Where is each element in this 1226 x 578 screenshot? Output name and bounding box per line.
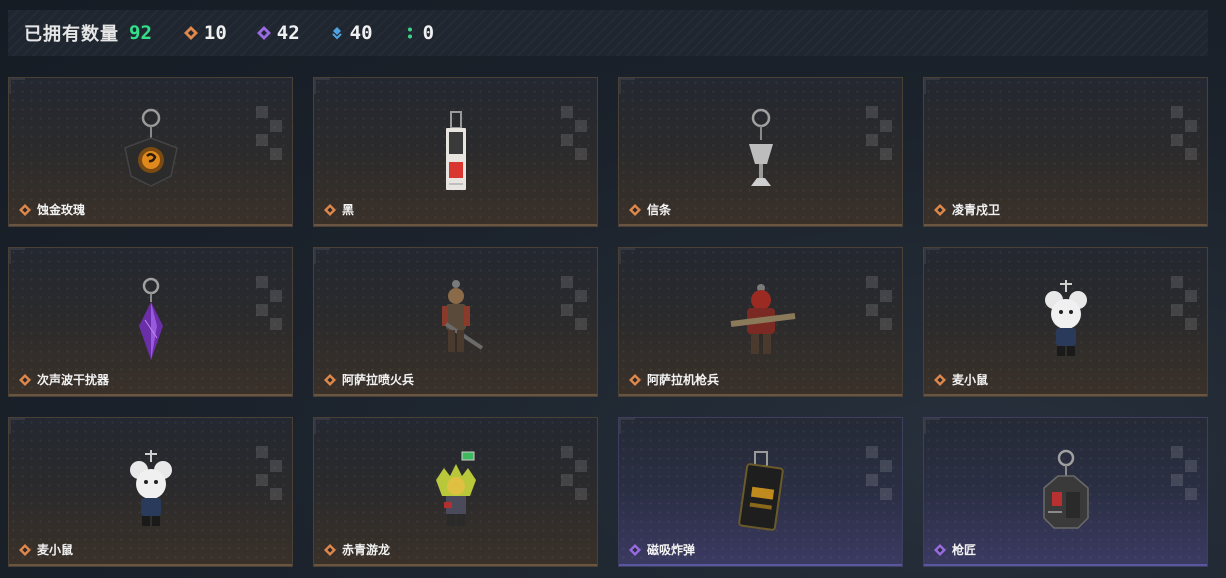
orange-diamond-icon bbox=[934, 203, 946, 216]
orange-diamond-icon bbox=[934, 373, 946, 386]
card-deco bbox=[866, 106, 892, 160]
item-name-row: 阿萨拉喷火兵 bbox=[324, 371, 414, 388]
green-dots-icon bbox=[407, 27, 412, 39]
card-corner bbox=[314, 418, 330, 434]
stat-blue: 40 bbox=[330, 22, 373, 44]
item-name: 蚀金玫瑰 bbox=[37, 203, 86, 217]
dragon-figure-icon bbox=[435, 451, 476, 526]
item-name-row: 麦小鼠 bbox=[934, 371, 988, 388]
owned-label: 已拥有数量 bbox=[24, 24, 119, 45]
stat-orange-value: 10 bbox=[203, 22, 227, 44]
orange-diamond-icon bbox=[183, 26, 198, 40]
card-corner bbox=[314, 248, 330, 264]
item-name: 阿萨拉喷火兵 bbox=[342, 373, 415, 387]
card-deco bbox=[1171, 106, 1197, 160]
card-corner bbox=[314, 78, 330, 94]
card-corner bbox=[619, 78, 635, 94]
purple-diamond-icon bbox=[629, 543, 641, 556]
mouse-figure-icon bbox=[129, 450, 172, 526]
item-name-row: 信条 bbox=[629, 201, 671, 218]
orange-diamond-icon bbox=[324, 373, 336, 386]
card-corner bbox=[9, 418, 25, 434]
item-name-row: 次声波干扰器 bbox=[19, 371, 109, 388]
card-deco bbox=[1171, 446, 1197, 500]
item-name: 黑 bbox=[342, 203, 355, 217]
tag-pendant-icon bbox=[445, 111, 466, 190]
item-grid: 蚀金玫瑰 黑 信条 凌青戍卫 次声波干扰器 阿萨拉喷火兵 阿萨拉机枪兵 麦小鼠 … bbox=[8, 77, 1208, 567]
item-card[interactable]: 麦小鼠 bbox=[923, 247, 1208, 397]
orange-diamond-icon bbox=[324, 203, 336, 216]
crystal-pendant-icon bbox=[138, 277, 163, 360]
card-corner bbox=[924, 78, 940, 94]
card-deco bbox=[256, 106, 282, 160]
card-deco bbox=[256, 446, 282, 500]
item-name: 麦小鼠 bbox=[952, 373, 989, 387]
card-corner bbox=[619, 248, 635, 264]
stat-green-value: 0 bbox=[422, 22, 435, 44]
orange-diamond-icon bbox=[629, 373, 641, 386]
stat-green: 0 bbox=[403, 22, 434, 44]
item-name-row: 凌青戍卫 bbox=[934, 201, 1000, 218]
card-corner bbox=[9, 248, 25, 264]
orange-diamond-icon bbox=[19, 203, 31, 216]
gunsmith-pendant-icon bbox=[1042, 449, 1089, 529]
card-corner bbox=[619, 418, 635, 434]
item-name-row: 赤青游龙 bbox=[324, 541, 390, 558]
stat-purple: 42 bbox=[256, 22, 300, 44]
rose-pendant-icon bbox=[123, 108, 178, 187]
stat-purple-value: 42 bbox=[276, 22, 300, 44]
item-name: 信条 bbox=[647, 203, 672, 217]
card-deco bbox=[866, 276, 892, 330]
flamethrower-soldier-icon bbox=[441, 280, 483, 352]
item-name-row: 枪匠 bbox=[934, 541, 976, 558]
card-deco bbox=[256, 276, 282, 330]
item-name: 枪匠 bbox=[952, 543, 977, 557]
card-deco bbox=[561, 446, 587, 500]
item-card[interactable]: 次声波干扰器 bbox=[8, 247, 293, 397]
stat-orange: 10 bbox=[183, 22, 227, 44]
item-card[interactable]: 信条 bbox=[618, 77, 903, 227]
purple-diamond-icon bbox=[934, 543, 946, 556]
item-card[interactable]: 赤青游龙 bbox=[313, 417, 598, 567]
orange-diamond-icon bbox=[629, 203, 641, 216]
stat-blue-value: 40 bbox=[349, 22, 373, 44]
item-card[interactable]: 黑 bbox=[313, 77, 598, 227]
purple-diamond-icon bbox=[256, 26, 271, 40]
magnetic-bomb-icon bbox=[737, 451, 784, 531]
collection-header: 已拥有数量 92 10 42 40 0 bbox=[8, 10, 1208, 56]
item-card[interactable]: 阿萨拉喷火兵 bbox=[313, 247, 598, 397]
item-card[interactable]: 枪匠 bbox=[923, 417, 1208, 567]
item-name: 赤青游龙 bbox=[342, 543, 391, 557]
card-corner bbox=[924, 418, 940, 434]
card-corner bbox=[9, 78, 25, 94]
item-name-row: 阿萨拉机枪兵 bbox=[629, 371, 719, 388]
item-card[interactable]: 麦小鼠 bbox=[8, 417, 293, 567]
item-name: 凌青戍卫 bbox=[952, 203, 1001, 217]
mouse-figure-icon bbox=[1044, 280, 1087, 356]
card-deco bbox=[561, 106, 587, 160]
orange-diamond-icon bbox=[324, 543, 336, 556]
chalice-pendant-icon bbox=[748, 108, 773, 186]
item-name-row: 麦小鼠 bbox=[19, 541, 73, 558]
machinegun-soldier-icon bbox=[730, 284, 795, 354]
card-corner bbox=[924, 248, 940, 264]
item-name: 麦小鼠 bbox=[37, 543, 74, 557]
item-card[interactable]: 阿萨拉机枪兵 bbox=[618, 247, 903, 397]
card-deco bbox=[866, 446, 892, 500]
item-card[interactable]: 蚀金玫瑰 bbox=[8, 77, 293, 227]
item-name-row: 黑 bbox=[324, 201, 354, 218]
card-deco bbox=[1171, 276, 1197, 330]
blue-diamond-icon bbox=[331, 27, 342, 40]
item-name-row: 蚀金玫瑰 bbox=[19, 201, 85, 218]
card-deco bbox=[561, 276, 587, 330]
orange-diamond-icon bbox=[19, 373, 31, 386]
owned-count: 92 bbox=[129, 22, 152, 44]
orange-diamond-icon bbox=[19, 543, 31, 556]
item-name: 磁吸炸弹 bbox=[647, 543, 696, 557]
item-name: 阿萨拉机枪兵 bbox=[647, 373, 720, 387]
item-name: 次声波干扰器 bbox=[37, 373, 110, 387]
item-card[interactable]: 凌青戍卫 bbox=[923, 77, 1208, 227]
item-name-row: 磁吸炸弹 bbox=[629, 541, 695, 558]
item-card[interactable]: 磁吸炸弹 bbox=[618, 417, 903, 567]
